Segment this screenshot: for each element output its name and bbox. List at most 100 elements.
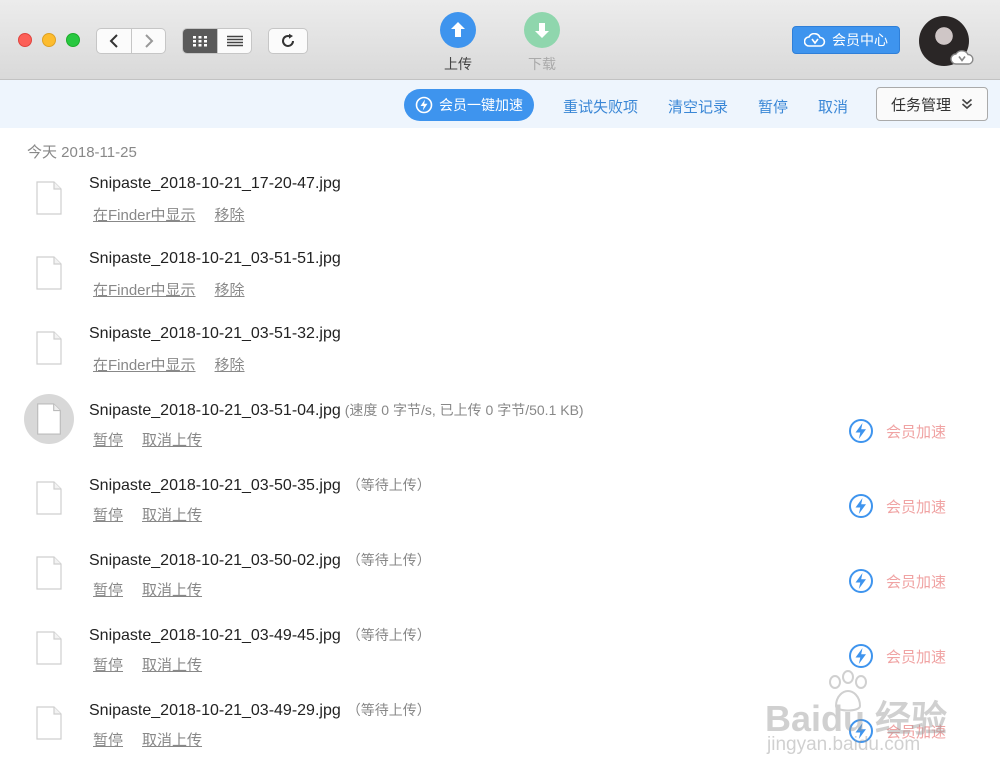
grid-view-button[interactable] [183,29,217,53]
arrow-up-icon [451,22,465,37]
item-actions: 暂停 取消上传 [93,429,202,450]
chevron-right-icon [144,34,153,48]
navigation-group [96,28,166,54]
item-actions: 暂停 取消上传 [93,729,202,750]
list-item: Snipaste_2018-10-21_17-20-47.jpg 在Finder… [0,175,1000,250]
list-item: Snipaste_2018-10-21_03-51-51.jpg 在Finder… [0,250,1000,325]
double-chevron-down-icon [961,98,973,110]
refresh-button[interactable] [268,28,308,54]
file-icon [36,706,62,740]
file-name-line: Snipaste_2018-10-21_03-51-04.jpg (速度 0 字节… [89,400,584,420]
upload-status: （等待上传） [346,552,431,568]
list-item-waiting: Snipaste_2018-10-21_03-50-35.jpg （等待上传） 暂… [0,475,1000,550]
zoom-window-button[interactable] [66,33,80,47]
vip-boost-label: 会员加速 [886,648,947,666]
file-icon [36,181,62,215]
file-name: Snipaste_2018-10-21_03-50-35.jpg [89,477,341,494]
pause-link[interactable]: 暂停 [93,579,123,600]
upload-label: 上传 [444,56,472,72]
lightning-icon [849,494,873,518]
file-name: Snipaste_2018-10-21_03-49-29.jpg [89,702,341,719]
vip-center-button[interactable]: 会员中心 [792,26,900,54]
list-item-uploading: Snipaste_2018-10-21_03-51-04.jpg (速度 0 字节… [0,394,1000,475]
title-bar: 上传 下载 会员中心 [0,0,1000,80]
download-label: 下载 [528,56,556,72]
download-button[interactable]: 下载 [512,12,572,74]
lightning-icon [415,96,433,114]
back-button[interactable] [97,29,131,53]
vip-badge-icon [950,50,974,65]
minimize-window-button[interactable] [42,33,56,47]
list-view-button[interactable] [217,29,251,53]
remove-link[interactable]: 移除 [215,354,245,375]
remove-link[interactable]: 移除 [215,279,245,300]
file-icon [36,331,62,365]
vip-boost-button[interactable]: 会员加速 [848,643,946,669]
vip-boost-label: 会员加速 [886,573,947,591]
clear-records-link[interactable]: 清空记录 [668,96,728,117]
pause-link[interactable]: 暂停 [93,654,123,675]
item-actions: 暂停 取消上传 [93,579,202,600]
date-header: 今天 2018-11-25 [27,144,137,161]
show-in-finder-link[interactable]: 在Finder中显示 [93,354,196,375]
cancel-upload-link[interactable]: 取消上传 [142,729,202,750]
vip-boost-all-button[interactable]: 会员一键加速 [404,89,534,121]
remove-link[interactable]: 移除 [215,204,245,225]
upload-status: （等待上传） [346,477,431,493]
upload-circle [440,12,476,48]
upload-status: （等待上传） [346,702,431,718]
file-name-line: Snipaste_2018-10-21_03-49-45.jpg （等待上传） [89,625,431,645]
pause-link[interactable]: 暂停 [93,429,123,450]
upload-button[interactable]: 上传 [428,12,488,74]
vip-boost-label: 会员加速 [886,498,947,516]
file-icon [36,481,62,515]
pause-link[interactable]: 暂停 [93,504,123,525]
item-actions: 在Finder中显示 移除 [93,204,245,225]
download-circle [524,12,560,48]
lightning-icon [849,419,873,443]
close-window-button[interactable] [18,33,32,47]
cancel-upload-link[interactable]: 取消上传 [142,504,202,525]
grid-view-icon [193,36,207,47]
show-in-finder-link[interactable]: 在Finder中显示 [93,204,196,225]
file-name: Snipaste_2018-10-21_03-49-45.jpg [89,627,341,644]
retry-failed-link[interactable]: 重试失败项 [563,96,638,117]
show-in-finder-link[interactable]: 在Finder中显示 [93,279,196,300]
forward-button[interactable] [131,29,165,53]
vip-boost-button[interactable]: 会员加速 [848,568,946,594]
lightning-icon [849,644,873,668]
list-item: Snipaste_2018-10-21_03-51-32.jpg 在Finder… [0,325,1000,400]
refresh-icon [282,33,294,47]
lightning-icon [849,569,873,593]
file-name-line: Snipaste_2018-10-21_03-50-35.jpg （等待上传） [89,475,431,495]
arrow-down-icon [535,23,549,38]
file-name: Snipaste_2018-10-21_03-50-02.jpg [89,552,341,569]
vip-center-label: 会员中心 [832,32,888,48]
file-icon [36,556,62,590]
list-view-icon [226,35,243,47]
upload-status: （等待上传） [346,627,431,643]
vip-boost-button[interactable]: 会员加速 [848,418,946,444]
chevron-left-icon [109,34,118,48]
pause-link[interactable]: 暂停 [93,729,123,750]
vip-boost-all-label: 会员一键加速 [439,97,523,113]
cancel-upload-link[interactable]: 取消上传 [142,429,202,450]
item-actions: 暂停 取消上传 [93,504,202,525]
baidu-watermark: Baidu 经验 jingyan.baidu.com [765,670,995,770]
item-actions: 在Finder中显示 移除 [93,279,245,300]
item-actions: 暂停 取消上传 [93,654,202,675]
task-action-bar: 会员一键加速 重试失败项 清空记录 暂停 取消 任务管理 [0,80,1000,128]
file-name: Snipaste_2018-10-21_03-51-04.jpg [89,402,341,419]
upload-status: (速度 0 字节/s, 已上传 0 字节/50.1 KB) [344,402,584,418]
vip-boost-button[interactable]: 会员加速 [848,493,946,519]
task-manager-dropdown[interactable]: 任务管理 [876,87,988,121]
cloud-vip-icon [804,33,826,47]
cancel-all-link[interactable]: 取消 [818,96,848,117]
file-icon [36,631,62,665]
file-name-line: Snipaste_2018-10-21_03-50-02.jpg （等待上传） [89,550,431,570]
cancel-upload-link[interactable]: 取消上传 [142,579,202,600]
file-icon-active [24,394,74,444]
pause-all-link[interactable]: 暂停 [758,96,788,117]
file-name: Snipaste_2018-10-21_03-51-51.jpg [89,250,341,267]
cancel-upload-link[interactable]: 取消上传 [142,654,202,675]
